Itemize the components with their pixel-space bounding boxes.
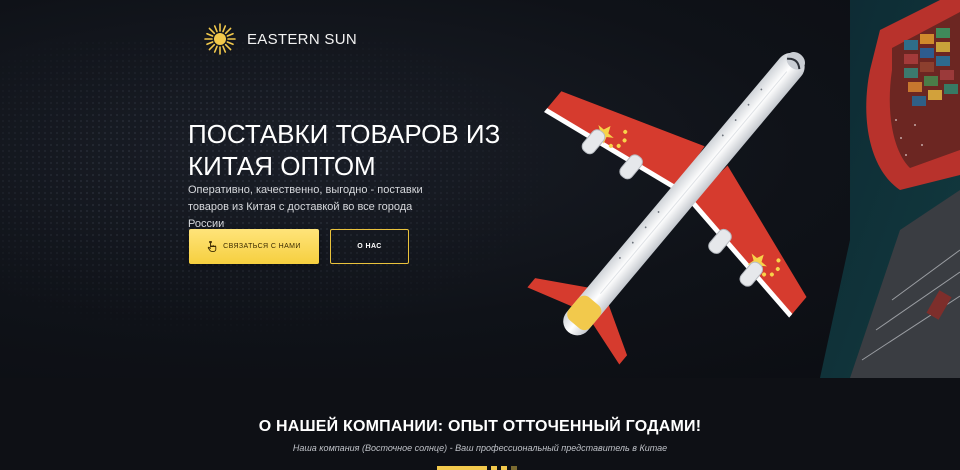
about-title: О НАШЕЙ КОМПАНИИ: ОПЫТ ОТТОЧЕННЫЙ ГОДАМИ… — [258, 418, 702, 435]
hero-subtitle-line2: товаров из Китая с доставкой во все горо… — [188, 201, 413, 230]
hero-title-line2: КИТАЯ ОПТОМ — [188, 151, 376, 181]
pointer-hand-icon — [207, 241, 217, 252]
about-decoration — [437, 466, 517, 470]
contact-us-button[interactable]: СВЯЗАТЬСЯ С НАМИ — [189, 229, 319, 264]
decor-bar — [511, 466, 517, 470]
hero-illustration — [527, 0, 960, 378]
hero-subtitle: Оперативно, качественно, выгодно - поста… — [188, 182, 448, 233]
brand-name: EASTERN SUN — [247, 30, 357, 48]
hero-section: EASTERN SUN ПОСТАВКИ ТОВАРОВ ИЗ КИТАЯ ОП… — [0, 0, 960, 378]
sun-icon — [204, 23, 236, 55]
brand-logo[interactable]: EASTERN SUN — [203, 22, 357, 56]
about-us-label: О НАС — [357, 243, 382, 250]
about-subtitle: Наша компания (Восточное солнце) - Ваш п… — [292, 443, 668, 453]
hero-title: ПОСТАВКИ ТОВАРОВ ИЗ КИТАЯ ОПТОМ — [188, 118, 508, 182]
decor-bar — [437, 466, 487, 470]
contact-us-label: СВЯЗАТЬСЯ С НАМИ — [223, 243, 301, 250]
hero-title-line1: ПОСТАВКИ ТОВАРОВ ИЗ — [188, 119, 501, 149]
decor-bar — [501, 466, 507, 470]
hero-subtitle-line1: Оперативно, качественно, выгодно - поста… — [188, 184, 423, 196]
about-us-button[interactable]: О НАС — [330, 229, 409, 264]
decor-bar — [491, 466, 497, 470]
page: EASTERN SUN ПОСТАВКИ ТОВАРОВ ИЗ КИТАЯ ОП… — [0, 0, 960, 470]
about-section: О НАШЕЙ КОМПАНИИ: ОПЫТ ОТТОЧЕННЫЙ ГОДАМИ… — [0, 378, 960, 470]
